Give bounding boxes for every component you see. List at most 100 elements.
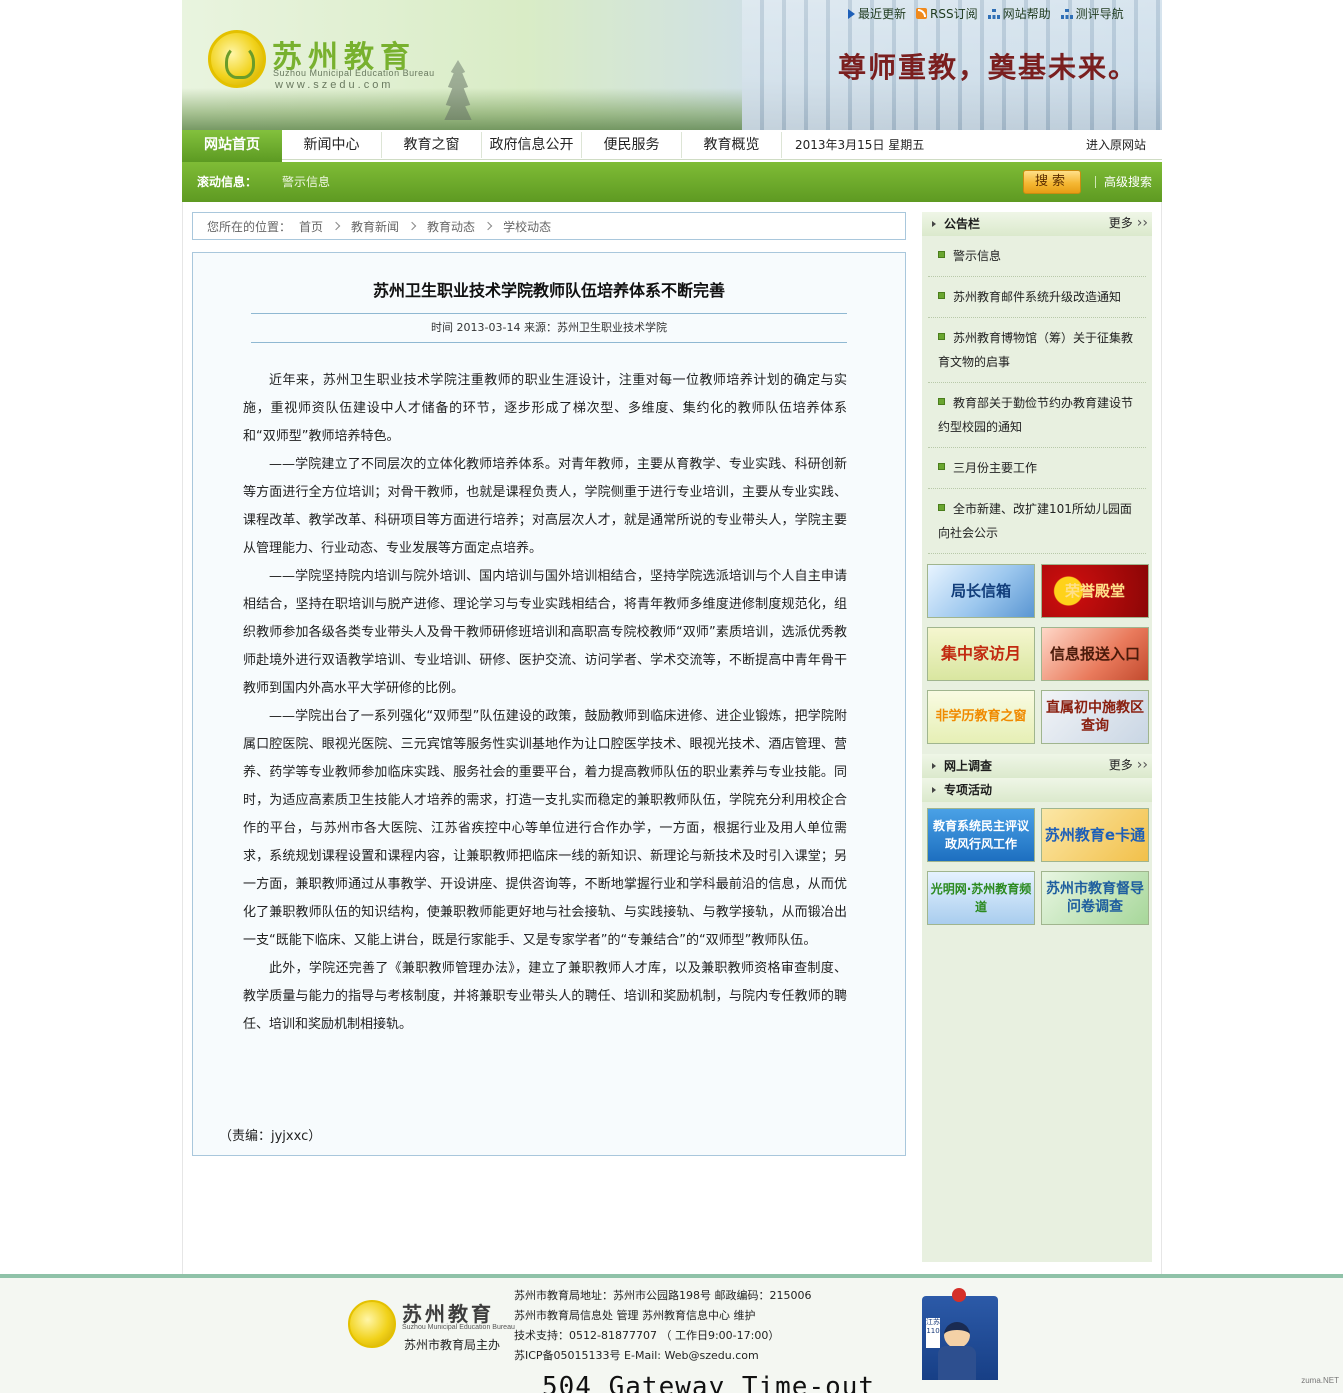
breadcrumb-home[interactable]: 首页: [299, 218, 323, 235]
police-110-icon[interactable]: 江苏110: [918, 1288, 998, 1380]
banner-democratic-review[interactable]: 教育系统民主评议政风行风工作: [927, 808, 1035, 862]
nav-menu: 新闻中心 教育之窗 政府信息公开 便民服务 教育概览: [282, 132, 782, 158]
activity-banners: 教育系统民主评议政风行风工作 苏州教育e卡通 光明网·苏州教育频道 苏州市教育督…: [922, 802, 1152, 925]
watermark: zuma.NET: [1301, 1376, 1339, 1385]
nav-item-gov-info[interactable]: 政府信息公开: [482, 132, 582, 158]
article-paragraph: ——学院建立了不同层次的立体化教师培养体系。对青年教师，主要从育教学、专业实践、…: [243, 457, 847, 556]
main-nav: 网站首页 新闻中心 教育之窗 政府信息公开 便民服务 教育概览 2013年3月1…: [182, 130, 1162, 162]
chevron-right-icon: [407, 221, 417, 231]
list-item[interactable]: 警示信息: [928, 236, 1146, 277]
footer-support: 技术支持：0512-81877707 （ 工作日9:00-17:00）: [514, 1329, 780, 1342]
article-paragraph: 此外，学院还完善了《兼职教师管理办法》，建立了兼职教师人才库，以及兼职教师资格审…: [243, 961, 847, 1032]
rss-label: RSS订阅: [930, 7, 978, 21]
banner-gmw-channel[interactable]: 光明网·苏州教育频道: [927, 871, 1035, 925]
survey-more-link[interactable]: 更多: [1109, 754, 1148, 776]
sitemap-icon: [987, 8, 1000, 19]
site-logo-url: www.szedu.com: [275, 79, 394, 91]
divider: [1095, 176, 1096, 188]
site-logo-emblem[interactable]: [208, 30, 266, 88]
scroll-info-message[interactable]: 警示信息: [282, 162, 330, 202]
list-item[interactable]: 三月份主要工作: [928, 448, 1146, 489]
latest-updates-link[interactable]: 最近更新: [848, 5, 906, 22]
play-icon: [848, 8, 855, 19]
nav-item-overview[interactable]: 教育概览: [682, 132, 782, 158]
sitemap-icon: [1060, 8, 1073, 19]
footer-address: 苏州市教育局地址：苏州市公园路198号 邮政编码：215006: [514, 1289, 812, 1302]
notice-board-title: 公告栏: [932, 212, 980, 236]
old-site-link[interactable]: 进入原网站: [1086, 130, 1146, 160]
scroll-info-bar: 滚动信息： 警示信息 搜索 高级搜索: [182, 162, 1162, 202]
nav-item-news[interactable]: 新闻中心: [282, 132, 382, 158]
top-links: 最近更新 RSS订阅 网站帮助 测评导航: [848, 5, 1124, 22]
banner-honor-hall[interactable]: 荣誉殿堂: [1041, 564, 1149, 618]
article-title: 苏州卫生职业技术学院教师队伍培养体系不断完善: [372, 281, 725, 300]
latest-updates-label: 最近更新: [858, 7, 907, 21]
banner-school-district-query[interactable]: 直属初中施教区查询: [1041, 690, 1149, 744]
footer-info: 苏州市教育局地址：苏州市公园路198号 邮政编码：215006 苏州市教育局信息…: [514, 1286, 811, 1366]
banner-info-report[interactable]: 信息报送入口: [1041, 627, 1149, 681]
notice-text: 全市新建、改扩建101所幼儿园面向社会公示: [938, 502, 1132, 540]
evaluation-nav-link[interactable]: 测评导航: [1060, 5, 1124, 22]
evaluation-nav-label: 测评导航: [1075, 7, 1124, 21]
footer-logo-title: 苏州教育: [402, 1302, 494, 1326]
help-label: 网站帮助: [1002, 7, 1051, 21]
article-meta: 时间 2013-03-14 来源：苏州卫生职业技术学院: [251, 313, 847, 343]
nav-home-tab[interactable]: 网站首页: [182, 130, 282, 162]
article-paragraph: ——学院坚持院内培训与院外培训、国内培训与国外培训相结合，坚持学院选派培训与个人…: [243, 569, 847, 696]
police-sign: 江苏110: [926, 1318, 940, 1348]
footer-logo-english: Suzhou Municipal Education Bureau: [402, 1324, 515, 1331]
rss-icon: [916, 8, 928, 19]
footer-sponsor: 苏州市教育局主办: [404, 1338, 501, 1352]
advanced-search-link[interactable]: 高级搜索: [1104, 162, 1152, 202]
notice-board-header: 公告栏 更多: [922, 212, 1152, 236]
notice-text: 苏州教育博物馆（筹）关于征集教育文物的启事: [938, 331, 1134, 369]
list-item[interactable]: 全市新建、改扩建101所幼儿园面向社会公示: [928, 489, 1146, 554]
gateway-error-text: 504 Gateway Time-out: [542, 1372, 876, 1393]
special-activity-header: 专项活动: [922, 778, 1152, 802]
feature-banners: 局长信箱 荣誉殿堂 集中家访月 信息报送入口 非学历教育之窗 直属初中施教区查询: [922, 554, 1152, 744]
sidebar: 公告栏 更多 警示信息 苏州教育邮件系统升级改造通知 苏州教育博物馆（筹）关于征…: [922, 212, 1152, 1262]
bullet-icon: [938, 398, 945, 405]
breadcrumb: 您所在的位置： 首页 教育新闻 教育动态 学校动态: [192, 212, 906, 240]
notice-more-link[interactable]: 更多: [1109, 212, 1148, 234]
breadcrumb-edu-trends[interactable]: 教育动态: [427, 218, 475, 235]
list-item[interactable]: 苏州教育博物馆（筹）关于征集教育文物的启事: [928, 318, 1146, 383]
notice-text: 警示信息: [953, 249, 1002, 263]
current-date: 2013年3月15日 星期五: [795, 138, 925, 152]
survey-header: 网上调查 更多: [922, 754, 1152, 778]
footer-icp: 苏ICP备05015133号 E-Mail: Web@szedu.com: [514, 1349, 759, 1362]
footer-maintainer: 苏州市教育局信息处 管理 苏州教育信息中心 维护: [514, 1309, 756, 1322]
bullet-icon: [938, 463, 945, 470]
site-footer: 苏州教育 Suzhou Municipal Education Bureau 苏…: [0, 1274, 1343, 1393]
banner-supervision-survey[interactable]: 苏州市教育督导问卷调查: [1041, 871, 1149, 925]
bullet-icon: [938, 333, 945, 340]
banner-non-degree-edu[interactable]: 非学历教育之窗: [927, 690, 1035, 744]
special-activity-title[interactable]: 专项活动: [932, 778, 992, 802]
bullet-icon: [938, 251, 945, 258]
chevron-right-icon: [483, 221, 493, 231]
breadcrumb-school-trends[interactable]: 学校动态: [503, 218, 551, 235]
banner-home-visit[interactable]: 集中家访月: [927, 627, 1035, 681]
police-officer-body: [938, 1346, 976, 1380]
article-paragraph: 近年来，苏州卫生职业技术学院注重教师的职业生涯设计，注重对每一位教师培养计划的确…: [243, 373, 847, 444]
bullet-icon: [938, 292, 945, 299]
nav-item-services[interactable]: 便民服务: [582, 132, 682, 158]
article-editor: （责编：jyjxxc）: [219, 1129, 322, 1144]
nav-item-window[interactable]: 教育之窗: [382, 132, 482, 158]
breadcrumb-edu-news[interactable]: 教育新闻: [351, 218, 399, 235]
banner-e-card[interactable]: 苏州教育e卡通: [1041, 808, 1149, 862]
banner-director-mailbox[interactable]: 局长信箱: [927, 564, 1035, 618]
scroll-info-label: 滚动信息：: [197, 175, 258, 189]
list-item[interactable]: 教育部关于勤俭节约办教育建设节约型校园的通知: [928, 383, 1146, 448]
chevron-right-icon: [331, 221, 341, 231]
article-paragraph: ——学院出台了一系列强化“双师型”队伍建设的政策，鼓励教师到临床进修、进企业锻炼…: [243, 709, 847, 948]
rss-link[interactable]: RSS订阅: [916, 5, 978, 22]
notice-text: 三月份主要工作: [953, 461, 1038, 475]
survey-title[interactable]: 网上调查: [932, 754, 992, 778]
search-button[interactable]: 搜索: [1023, 170, 1081, 194]
help-link[interactable]: 网站帮助: [987, 5, 1051, 22]
bullet-icon: [938, 504, 945, 511]
article-panel: 苏州卫生职业技术学院教师队伍培养体系不断完善 时间 2013-03-14 来源：…: [192, 252, 906, 1156]
police-badge-icon: [952, 1288, 966, 1302]
list-item[interactable]: 苏州教育邮件系统升级改造通知: [928, 277, 1146, 318]
